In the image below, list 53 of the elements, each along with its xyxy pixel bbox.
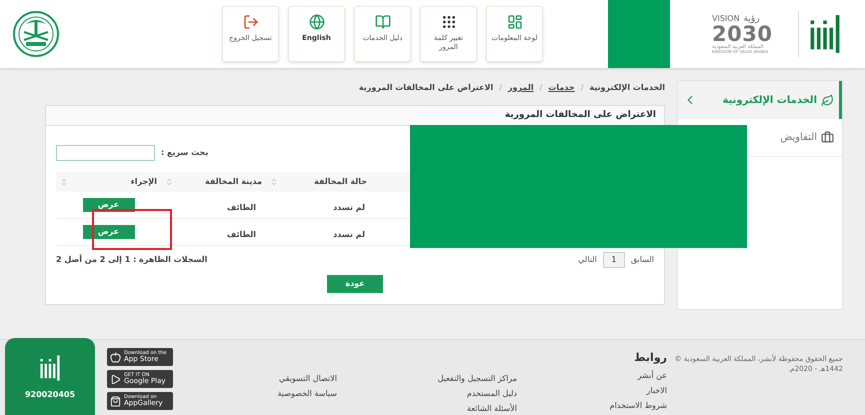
briefcase-icon [821, 131, 834, 144]
footer-link[interactable]: الاخبار [646, 384, 667, 396]
dashboard-icon [506, 14, 522, 30]
leaf-icon [821, 94, 834, 106]
records-count: السجلات الظاهرة : 1 إلى 2 من أصل 2 [56, 254, 208, 266]
footer-link[interactable]: مراكز التسجيل والتفعيل [407, 373, 517, 385]
logout-icon [242, 14, 258, 30]
column-header[interactable]: الإجراء [130, 176, 157, 188]
sort-icon[interactable] [165, 178, 173, 186]
table-cell: الطائف [226, 230, 256, 239]
breadcrumb-link[interactable]: المرور [508, 82, 534, 94]
vision-arabic-label: رؤية [744, 14, 760, 24]
apple-icon [110, 352, 121, 362]
search-label: بحث سريع : [161, 147, 208, 159]
page-button[interactable]: 1 [602, 252, 625, 268]
footer-link[interactable]: عن أبشر [638, 370, 667, 382]
redaction-block [608, 0, 670, 68]
keypad-icon [440, 14, 456, 30]
table-cell: الطائف [226, 203, 256, 212]
breadcrumb-text: الخدمات الإلكترونية [589, 82, 665, 94]
globe-icon [308, 14, 324, 30]
vision-year: 2030 [712, 24, 773, 44]
panel-title: الاعتراض على المخالفات المرورية [46, 106, 664, 126]
next-link[interactable]: التالي [578, 254, 597, 266]
footer-link[interactable]: الاتصال التسويقي [237, 373, 337, 385]
footer-link[interactable]: دليل المستخدم [407, 388, 517, 400]
sort-icon[interactable] [270, 178, 278, 186]
phone-number: 920020405 [24, 389, 76, 401]
footer-link[interactable]: شروط الاستخدام [610, 400, 667, 412]
breadcrumb-text: الاعتراض على المخالفات المرورية [358, 82, 494, 94]
book-icon [374, 14, 390, 30]
breadcrumb-link[interactable]: خدمات [548, 82, 575, 94]
table-cell: لم تسدد [333, 230, 365, 239]
breadcrumb-separator: / [580, 82, 584, 94]
previous-link[interactable]: السابق [630, 254, 654, 266]
links-heading: روابط [634, 350, 667, 366]
absher-logo [38, 353, 62, 383]
vision-label: VISION [712, 15, 740, 23]
footer-link[interactable]: سياسة الخصوصية [237, 388, 337, 400]
sort-icon[interactable] [60, 178, 68, 186]
view-button[interactable]: عرض [82, 225, 134, 239]
emblem-logo [12, 10, 60, 58]
breadcrumb-separator: / [540, 82, 542, 94]
footer-link[interactable]: الأسئلة الشائعة [407, 403, 517, 415]
column-header[interactable]: حالة المخالفة [314, 176, 367, 188]
back-button[interactable]: عودة [327, 275, 383, 293]
column-header[interactable]: مدينة المخالفة [205, 176, 262, 188]
bag-icon [110, 396, 121, 406]
sidebar-item[interactable]: التفاويض [776, 128, 842, 148]
table-cell: لم تسدد [333, 203, 365, 212]
search-field[interactable] [56, 145, 155, 161]
play-icon [110, 374, 121, 384]
breadcrumb-separator: / [499, 82, 502, 94]
